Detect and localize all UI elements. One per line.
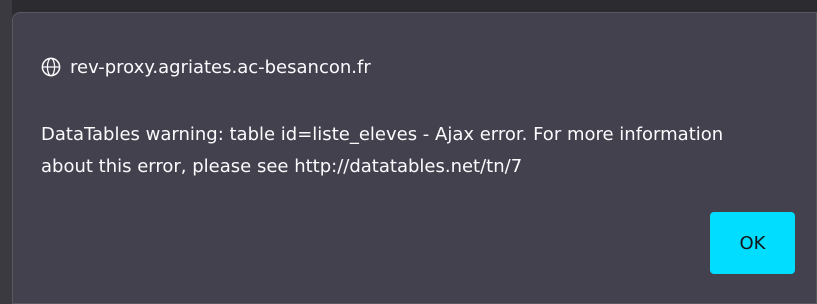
alert-dialog: rev-proxy.agriates.ac-besancon.fr DataTa…: [12, 12, 817, 304]
page-backdrop: [0, 0, 12, 304]
dialog-origin-label: rev-proxy.agriates.ac-besancon.fr: [70, 56, 371, 78]
dialog-origin: rev-proxy.agriates.ac-besancon.fr: [41, 47, 371, 87]
globe-icon: [41, 57, 61, 77]
ok-button[interactable]: OK: [710, 212, 795, 274]
dialog-message: DataTables warning: table id=liste_eleve…: [41, 124, 724, 177]
